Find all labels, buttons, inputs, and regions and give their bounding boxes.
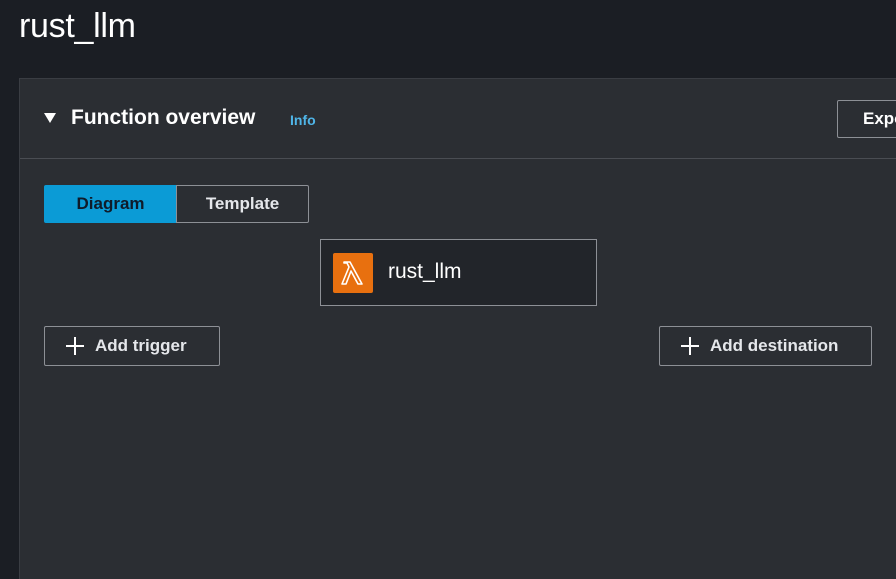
tab-diagram[interactable]: Diagram (44, 185, 177, 223)
function-overview-panel: Function overview Info Export Diagram Te… (19, 78, 896, 579)
function-name: rust_llm (388, 260, 462, 283)
export-button[interactable]: Export (837, 100, 896, 138)
add-trigger-label: Add trigger (95, 336, 187, 355)
collapse-caret-icon[interactable] (44, 113, 56, 123)
info-link[interactable]: Info (290, 112, 316, 128)
left-rail (0, 78, 19, 558)
function-card[interactable]: rust_llm (320, 239, 597, 306)
panel-title[interactable]: Function overview (71, 104, 255, 132)
plus-icon (681, 337, 699, 355)
lambda-icon (333, 253, 373, 293)
panel-header: Function overview Info Export (20, 79, 896, 159)
plus-icon (66, 337, 84, 355)
tab-template[interactable]: Template (176, 185, 309, 223)
page-title: rust_llm (19, 7, 136, 45)
add-destination-button[interactable]: Add destination (659, 326, 872, 366)
add-trigger-button[interactable]: Add trigger (44, 326, 220, 366)
add-destination-label: Add destination (710, 336, 839, 355)
